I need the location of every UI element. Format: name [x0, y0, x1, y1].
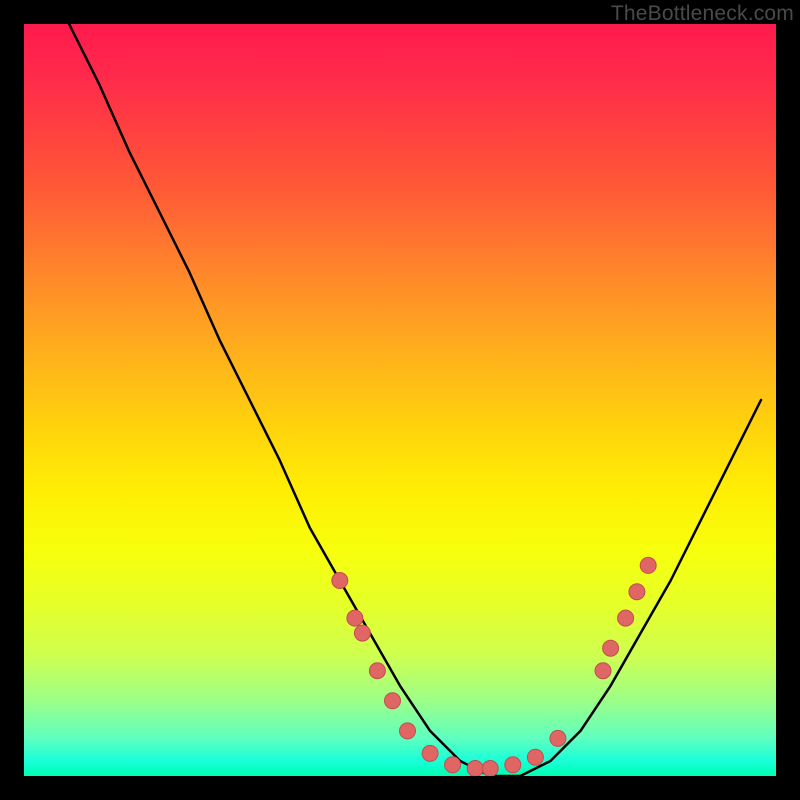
data-marker	[445, 757, 461, 773]
data-marker	[603, 640, 619, 656]
data-marker	[482, 761, 498, 777]
bottleneck-chart	[24, 24, 776, 776]
data-marker	[640, 557, 656, 573]
data-marker	[332, 573, 348, 589]
curve-line	[69, 24, 761, 776]
data-marker	[527, 749, 543, 765]
data-marker	[629, 584, 645, 600]
data-marker	[347, 610, 363, 626]
data-marker	[618, 610, 634, 626]
data-marker	[400, 723, 416, 739]
data-marker	[595, 663, 611, 679]
data-marker	[422, 745, 438, 761]
data-marker	[505, 757, 521, 773]
plot-area	[24, 24, 776, 776]
data-marker	[550, 730, 566, 746]
data-marker	[369, 663, 385, 679]
data-marker	[467, 761, 483, 777]
data-marker	[354, 625, 370, 641]
chart-frame: TheBottleneck.com	[0, 0, 800, 800]
watermark-text: TheBottleneck.com	[611, 2, 794, 26]
data-marker	[385, 693, 401, 709]
